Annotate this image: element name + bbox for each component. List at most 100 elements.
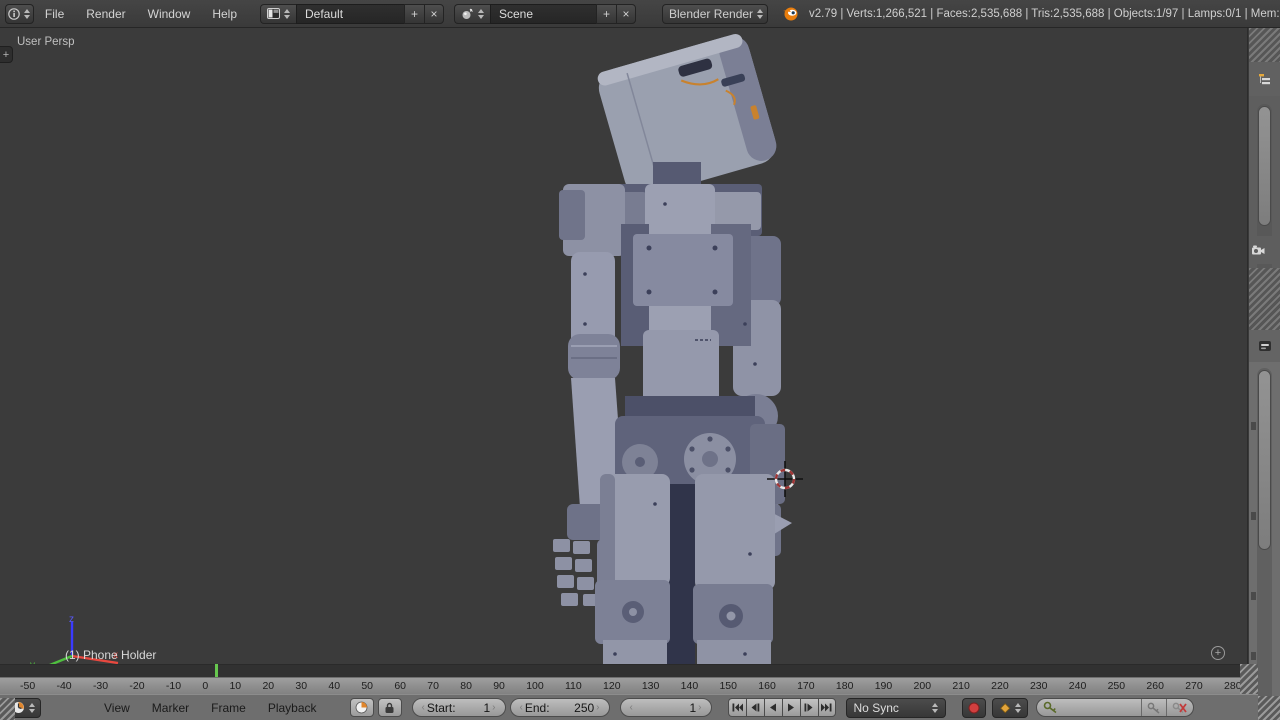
- active-object-label: (1) Phone Holder: [65, 648, 156, 662]
- area-corner-timeline-right[interactable]: [1240, 664, 1258, 694]
- properties-header[interactable]: [1249, 330, 1280, 362]
- screen-layout-widget: Default + ×: [260, 4, 444, 24]
- keying-set-type-button[interactable]: [992, 698, 1028, 718]
- info-menus: File Render Window Help: [34, 7, 248, 21]
- ruler-tick: 20: [262, 680, 274, 692]
- sync-stepper: [932, 703, 938, 713]
- ruler-tick: 150: [719, 680, 737, 692]
- timeline-menu-item[interactable]: View: [104, 701, 130, 715]
- jump-to-end-button[interactable]: [818, 698, 836, 717]
- timeline-menu-item[interactable]: Playback: [268, 701, 317, 715]
- active-keying-set-field[interactable]: [1036, 698, 1194, 717]
- ruler-tick: 10: [229, 680, 241, 692]
- playback-controls: [728, 698, 836, 717]
- timeline-editor-stepper[interactable]: [29, 703, 35, 713]
- area-corner-stripes-mid[interactable]: [1249, 268, 1280, 330]
- engine-stepper: [757, 9, 763, 19]
- timeline-menu-item[interactable]: Frame: [211, 701, 246, 715]
- area-corner-bottom-left[interactable]: [0, 698, 15, 720]
- info-menu-item[interactable]: Render: [86, 7, 125, 21]
- blender-logo-icon: [782, 5, 799, 22]
- scene-statistics: v2.79 | Verts:1,266,521 | Faces:2,535,68…: [809, 8, 1280, 20]
- viewport-3d[interactable]: User Persp +: [0, 28, 1248, 664]
- current-frame-field[interactable]: ‹ 1 ›: [620, 698, 712, 717]
- keying-stepper[interactable]: [1015, 703, 1021, 713]
- ruler-tick: 260: [1146, 680, 1164, 692]
- info-menu-item[interactable]: File: [45, 7, 64, 21]
- timeline-ruler[interactable]: -50-40-30-20-100102030405060708090100110…: [0, 677, 1258, 694]
- next-keyframe-button[interactable]: [800, 698, 818, 717]
- editor-type-stepper[interactable]: [24, 9, 30, 19]
- play-reverse-button[interactable]: [764, 698, 782, 717]
- timeline-playhead[interactable]: [215, 664, 218, 677]
- add-layout-button[interactable]: +: [404, 4, 424, 24]
- area-corner-bottom-right[interactable]: [1258, 696, 1280, 720]
- ruler-tick: 140: [681, 680, 699, 692]
- sync-mode-dropdown[interactable]: No Sync: [846, 698, 946, 718]
- delete-layout-button[interactable]: ×: [424, 4, 444, 24]
- ruler-tick: 180: [836, 680, 854, 692]
- ruler-tick: 30: [295, 680, 307, 692]
- ruler-tick: 0: [202, 680, 208, 692]
- area-corner-stripes-top[interactable]: [1249, 28, 1280, 62]
- timeline-menus: View Marker Frame Playback: [93, 701, 328, 715]
- previous-keyframe-button[interactable]: [746, 698, 764, 717]
- scene-widget: Scene + ×: [454, 4, 636, 24]
- info-menu-item[interactable]: Window: [148, 7, 191, 21]
- screen-layout-name-field[interactable]: Default: [296, 4, 404, 24]
- cursor-3d: [767, 461, 803, 497]
- toolshelf-open-tab[interactable]: +: [0, 46, 13, 63]
- scene-browse-button[interactable]: [454, 4, 490, 24]
- outliner-header[interactable]: [1249, 62, 1280, 96]
- robot-model[interactable]: [545, 34, 793, 664]
- delete-keyframes-button[interactable]: [1167, 702, 1193, 714]
- frame-start-field[interactable]: ‹ Start: 1 ›: [412, 698, 506, 717]
- ruler-tick: -40: [56, 680, 71, 692]
- add-scene-button[interactable]: +: [596, 4, 616, 24]
- use-preview-range-button[interactable]: [350, 698, 374, 717]
- ruler-tick: 70: [427, 680, 439, 692]
- screen-layout-stepper[interactable]: [284, 9, 290, 19]
- ruler-tick: 40: [328, 680, 340, 692]
- keying-diamond-icon: [999, 702, 1011, 714]
- screen-layout-icon: [267, 8, 280, 19]
- timeline-header: View Marker Frame Playback ‹ Start: 1 › ‹ E…: [0, 694, 1258, 720]
- insert-keyframes-button[interactable]: [1142, 702, 1166, 714]
- ruler-tick: 170: [797, 680, 815, 692]
- ruler-tick: 90: [493, 680, 505, 692]
- outliner-icon: [1258, 73, 1272, 85]
- editor-type-button-info[interactable]: [5, 4, 34, 24]
- insert-key-icon: [1147, 702, 1161, 714]
- right-editor-column: [1249, 28, 1280, 720]
- screen-layout-browse-button[interactable]: [260, 4, 296, 24]
- scene-stepper[interactable]: [478, 9, 484, 19]
- ruler-tick: 60: [394, 680, 406, 692]
- timeline-menu-item[interactable]: Marker: [152, 701, 189, 715]
- ruler-tick: 270: [1185, 680, 1203, 692]
- properties-icon: [1258, 340, 1272, 352]
- frame-end-field[interactable]: ‹ End: 250 ›: [510, 698, 610, 717]
- ruler-tick: 220: [991, 680, 1009, 692]
- jump-to-start-button[interactable]: [728, 698, 746, 717]
- play-button[interactable]: [782, 698, 800, 717]
- info-menu-item[interactable]: Help: [212, 7, 237, 21]
- scene-name-field[interactable]: Scene: [490, 4, 596, 24]
- record-icon: [968, 702, 980, 714]
- axis-z-label: z: [69, 616, 74, 625]
- render-engine-dropdown[interactable]: Blender Render: [662, 4, 768, 24]
- delete-scene-button[interactable]: ×: [616, 4, 636, 24]
- auto-keyframe-record-button[interactable]: [962, 698, 986, 718]
- properties-region-open-button[interactable]: +: [1211, 646, 1225, 660]
- outliner-content[interactable]: [1249, 96, 1280, 296]
- panel-dot: [1251, 422, 1256, 430]
- properties-scrollbar[interactable]: [1257, 368, 1272, 714]
- ruler-tick: 250: [1108, 680, 1126, 692]
- outliner-row-camera[interactable]: [1249, 236, 1280, 264]
- timeline-track-area[interactable]: [0, 664, 1258, 677]
- info-icon: [8, 8, 20, 20]
- ruler-tick: 200: [914, 680, 932, 692]
- ruler-tick: 130: [642, 680, 660, 692]
- ruler-tick: 280: [1224, 680, 1242, 692]
- ruler-tick: -30: [93, 680, 108, 692]
- lock-time-cursor-button[interactable]: [378, 698, 402, 717]
